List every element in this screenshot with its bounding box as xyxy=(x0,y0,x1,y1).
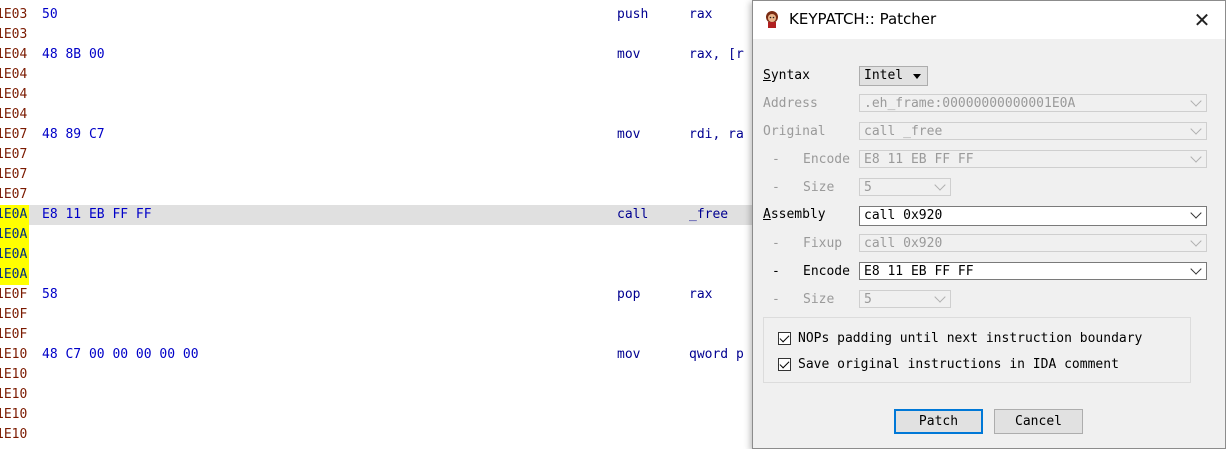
original-encode-value: E8 11 EB FF FF xyxy=(864,152,974,167)
address-value: .eh_frame:00000000000001E0A xyxy=(864,96,1076,111)
line-mnemonic: mov xyxy=(617,127,641,142)
chevron-down-icon[interactable] xyxy=(1190,263,1202,275)
original-combo: call _free xyxy=(859,122,1207,140)
line-address: 1E0A xyxy=(0,265,30,285)
line-address: 1E0F xyxy=(0,287,28,302)
fixup-dash: - xyxy=(772,236,780,251)
options-group: NOPs padding until next instruction boun… xyxy=(763,317,1191,383)
chevron-down-icon xyxy=(1190,151,1202,163)
line-address: 1E0A xyxy=(0,225,30,245)
chevron-down-icon xyxy=(934,291,946,303)
line-address: 1E07 xyxy=(0,127,28,142)
line-address: 1E0F xyxy=(0,327,28,342)
line-address: 1E03 xyxy=(0,7,28,22)
line-address: 1E10 xyxy=(0,387,28,402)
assembly-encode-dash: - xyxy=(772,264,780,279)
line-address: 1E0F xyxy=(0,307,28,322)
original-size-value: 5 xyxy=(864,180,872,195)
line-bytes: 58 xyxy=(42,287,58,302)
dialog-title: KEYPATCH:: Patcher xyxy=(789,10,937,28)
original-size-dash: - xyxy=(772,180,780,195)
syntax-label-rest: yntax xyxy=(770,68,810,83)
save-original-label[interactable]: Save original instructions in IDA commen… xyxy=(798,357,1119,373)
original-value: call _free xyxy=(864,124,943,139)
line-address: 1E03 xyxy=(0,27,28,42)
fixup-combo: call 0x920 xyxy=(859,234,1207,252)
line-bytes: E8 11 EB FF FF xyxy=(42,207,152,222)
line-operand: rax xyxy=(689,287,713,302)
line-address: 1E10 xyxy=(0,367,28,382)
patch-button[interactable]: Patch xyxy=(894,409,983,434)
checkmark-icon xyxy=(779,332,790,343)
assembly-size-label: Size xyxy=(803,292,835,307)
syntax-value: Intel xyxy=(864,68,904,83)
nops-padding-checkbox[interactable] xyxy=(778,332,791,345)
line-address: 1E04 xyxy=(0,107,28,122)
assembly-encode-combo[interactable]: E8 11 EB FF FF xyxy=(859,262,1207,280)
assembly-label-rest: ssembly xyxy=(770,207,826,222)
close-icon: ✕ xyxy=(1193,8,1211,32)
line-mnemonic: call xyxy=(617,207,649,222)
line-mnemonic: mov xyxy=(617,347,641,362)
assembly-label: Assembly xyxy=(763,207,826,222)
nops-padding-label[interactable]: NOPs padding until next instruction boun… xyxy=(798,331,1142,347)
keypatch-app-icon xyxy=(766,11,778,28)
line-operand: rdi, ra xyxy=(689,127,744,142)
line-address: 1E10 xyxy=(0,407,28,422)
assembly-size-combo: 5 xyxy=(859,290,951,308)
keypatch-dialog: KEYPATCH:: Patcher ✕ Syntax Intel Addres… xyxy=(752,0,1226,449)
line-address: 1E07 xyxy=(0,147,28,162)
line-mnemonic: push xyxy=(617,7,649,22)
chevron-down-icon xyxy=(1190,123,1202,135)
fixup-value: call 0x920 xyxy=(864,236,943,251)
save-original-checkbox[interactable] xyxy=(778,358,791,371)
line-address: 1E04 xyxy=(0,87,28,102)
chevron-down-icon xyxy=(1190,235,1202,247)
line-bytes: 48 89 C7 xyxy=(42,127,105,142)
line-mnemonic: pop xyxy=(617,287,641,302)
dialog-titlebar[interactable]: KEYPATCH:: Patcher ✕ xyxy=(753,1,1225,39)
assembly-encode-label: Encode xyxy=(803,264,850,279)
line-address: 1E10 xyxy=(0,347,28,362)
assembly-value: call 0x920 xyxy=(864,208,943,223)
line-address: 1E04 xyxy=(0,47,28,62)
address-label: Address xyxy=(763,96,818,111)
original-encode-dash: - xyxy=(772,152,780,167)
original-size-combo: 5 xyxy=(859,178,951,196)
assembly-size-value: 5 xyxy=(864,292,872,307)
line-address: 1E0A xyxy=(0,245,30,265)
line-bytes: 48 C7 00 00 00 00 00 xyxy=(42,347,199,362)
line-operand: rax, [r xyxy=(689,47,744,62)
line-bytes: 48 8B 00 xyxy=(42,47,105,62)
syntax-dropdown[interactable]: Intel xyxy=(859,66,928,86)
line-operand: _free xyxy=(689,207,729,222)
original-size-label: Size xyxy=(803,180,835,195)
line-operand: qword p xyxy=(689,347,744,362)
checkmark-icon xyxy=(779,358,790,369)
line-address: 1E07 xyxy=(0,187,28,202)
fixup-label: Fixup xyxy=(803,236,843,251)
assembly-input[interactable]: call 0x920 xyxy=(859,206,1207,226)
line-operand: rax xyxy=(689,7,713,22)
line-mnemonic: mov xyxy=(617,47,641,62)
syntax-label: Syntax xyxy=(763,68,810,83)
original-label: Original xyxy=(763,124,826,139)
line-address: 1E10 xyxy=(0,427,28,442)
address-combo: .eh_frame:00000000000001E0A xyxy=(859,94,1207,112)
chevron-down-icon xyxy=(934,179,946,191)
line-address: 1E0A xyxy=(0,205,30,225)
chevron-down-icon[interactable] xyxy=(1190,207,1202,219)
assembly-encode-value: E8 11 EB FF FF xyxy=(864,264,974,279)
cancel-button[interactable]: Cancel xyxy=(994,409,1083,434)
original-encode-label: Encode xyxy=(803,152,850,167)
close-button[interactable]: ✕ xyxy=(1179,1,1225,39)
line-bytes: 50 xyxy=(42,7,58,22)
line-address: 1E04 xyxy=(0,67,28,82)
line-address: 1E07 xyxy=(0,167,28,182)
original-encode-combo: E8 11 EB FF FF xyxy=(859,150,1207,168)
chevron-down-icon xyxy=(1190,95,1202,107)
assembly-size-dash: - xyxy=(772,292,780,307)
dropdown-arrow-icon xyxy=(913,74,921,79)
